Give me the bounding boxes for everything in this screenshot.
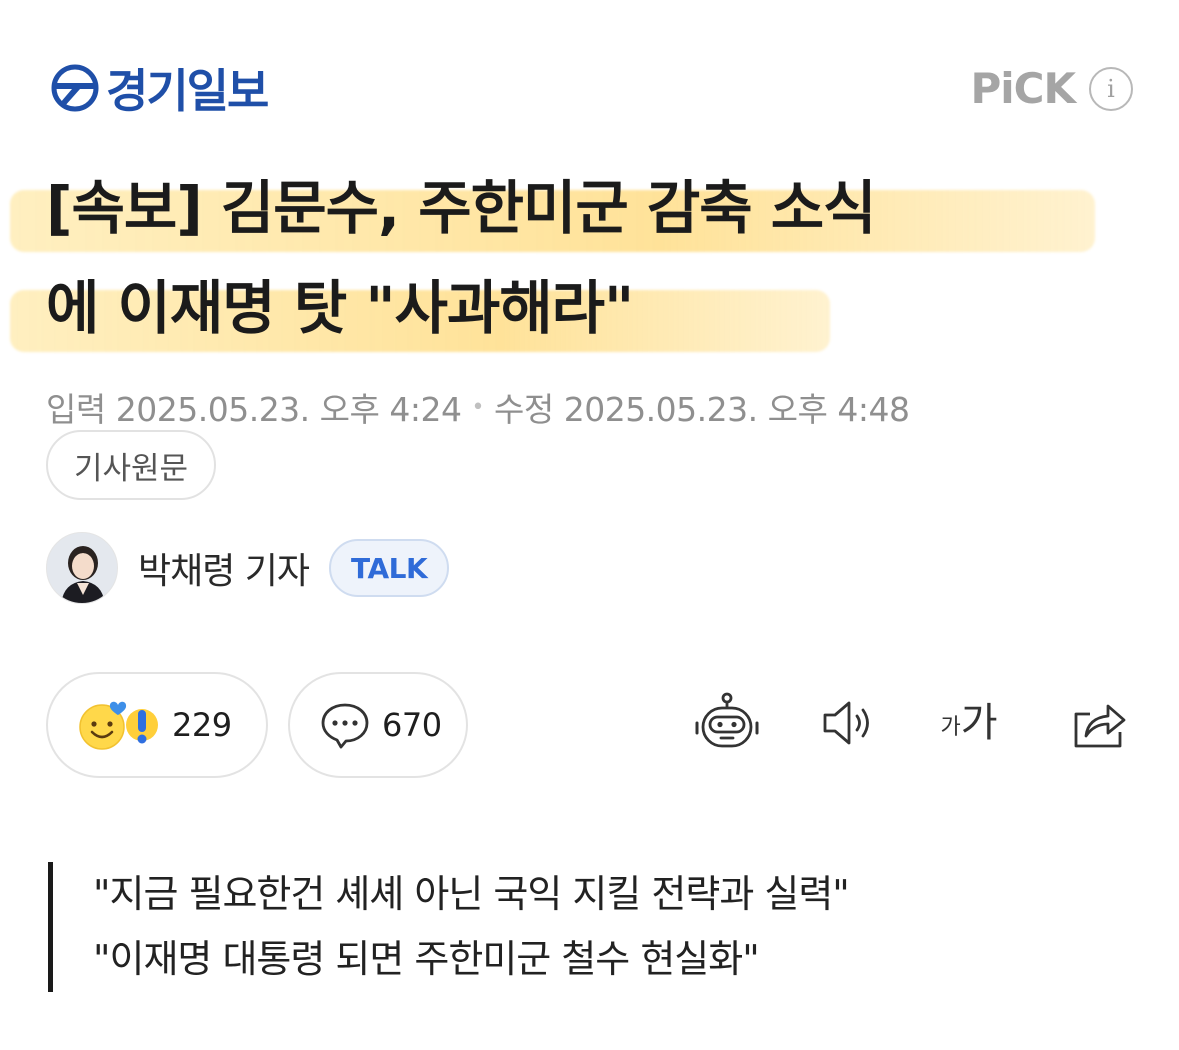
meta-separator: • bbox=[471, 394, 484, 420]
headline-line-2: 에 이재명 탓 "사과해라" bbox=[46, 274, 634, 342]
headline-block: [속보] 김문수, 주한미군 감축 소식 에 이재명 탓 "사과해라" bbox=[10, 158, 1110, 358]
robot-icon bbox=[695, 692, 759, 748]
publisher-logo[interactable]: 경기일보 bbox=[50, 58, 269, 118]
pick-badge: PiCK i bbox=[970, 64, 1133, 113]
input-datetime: 2025.05.23. 오후 4:24 bbox=[115, 390, 462, 429]
comment-button[interactable]: 670 bbox=[288, 672, 468, 778]
article-page: 경기일보 PiCK i [속보] 김문수, 주한미군 감축 소식 에 이재명 탓… bbox=[0, 0, 1179, 1050]
comment-count: 670 bbox=[382, 706, 442, 744]
original-article-button[interactable]: 기사원문 bbox=[46, 430, 217, 500]
modified-label: 수정 bbox=[493, 390, 554, 429]
publisher-name: 경기일보 bbox=[106, 64, 269, 118]
reaction-button[interactable]: 229 bbox=[46, 672, 268, 778]
subheading-line-2: "이재명 대통령 되면 주한미군 철수 현실화" bbox=[93, 937, 760, 981]
font-size-button[interactable]: 가 가 bbox=[932, 686, 1006, 760]
talk-button[interactable]: TALK bbox=[329, 539, 450, 597]
author-row: 박채령 기자 TALK bbox=[46, 532, 450, 604]
font-size-icon: 가 가 bbox=[940, 703, 997, 743]
font-size-large-glyph: 가 bbox=[960, 700, 998, 746]
font-size-small-glyph: 가 bbox=[940, 715, 961, 740]
article-headline: [속보] 김문수, 주한미군 감축 소식 에 이재명 탓 "사과해라" bbox=[10, 158, 1110, 358]
input-label: 입력 bbox=[46, 390, 106, 429]
text-to-speech-button[interactable] bbox=[812, 686, 886, 760]
speech-bubble-icon bbox=[321, 703, 369, 749]
info-icon[interactable]: i bbox=[1089, 66, 1133, 111]
summary-bot-button[interactable] bbox=[690, 686, 764, 760]
article-subheading: "지금 필요한건 셰셰 아닌 국익 지킬 전략과 실력" "이재명 대통령 되면… bbox=[48, 862, 850, 992]
author-name[interactable]: 박채령 기자 bbox=[138, 542, 310, 594]
article-timestamps: 입력 2025.05.23. 오후 4:24 • 수정 2025.05.23. … bbox=[46, 383, 910, 431]
avatar-image bbox=[47, 533, 117, 603]
share-button[interactable] bbox=[1062, 686, 1136, 760]
headline-line-1: [속보] 김문수, 주한미군 감축 소식 bbox=[46, 174, 876, 242]
gyeonggi-ilbo-logo-icon bbox=[51, 64, 99, 112]
subheading-line-1: "지금 필요한건 셰셰 아닌 국익 지킬 전략과 실력" bbox=[93, 872, 850, 916]
pick-label: PiCK bbox=[970, 64, 1076, 113]
reaction-count: 229 bbox=[172, 706, 232, 744]
share-icon bbox=[1074, 704, 1126, 748]
speaker-icon bbox=[823, 701, 869, 745]
author-avatar[interactable] bbox=[46, 532, 118, 604]
emoji-reaction-icon bbox=[79, 701, 158, 750]
modified-datetime: 2025.05.23. 오후 4:48 bbox=[563, 390, 910, 429]
